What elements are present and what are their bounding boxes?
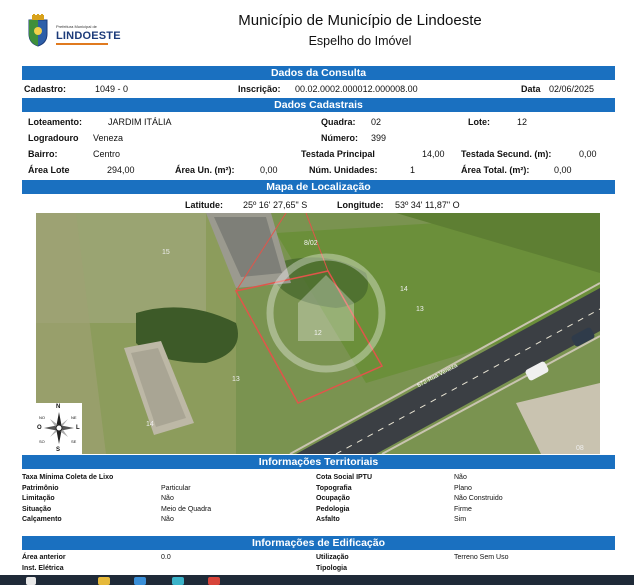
- testada-principal-label: Testada Principal: [301, 149, 375, 159]
- field-value: Firme: [454, 505, 472, 513]
- start-icon[interactable]: [26, 577, 36, 585]
- testada-secund-value: 0,00: [579, 149, 597, 159]
- map-lot-label-13: 13: [232, 376, 240, 383]
- area-un-value: 0,00: [260, 165, 278, 175]
- field-label: Asfalto: [316, 516, 340, 523]
- field-value: Não: [161, 516, 174, 523]
- map-lot-label-12: 12: [314, 330, 322, 337]
- compass-l: L: [76, 425, 80, 431]
- page-header: Prefeitura Municipal de LINDOESTE Municí…: [0, 0, 634, 62]
- folder-icon[interactable]: [98, 577, 110, 585]
- field-label: Ocupação: [316, 495, 350, 502]
- field-value: Plano: [454, 484, 472, 492]
- bairro-value: Centro: [93, 149, 121, 159]
- field-label: Patrimônio: [22, 484, 59, 492]
- field-value: Meio de Quadra: [161, 505, 212, 513]
- data-label: Data: [521, 84, 541, 94]
- field-value: Não: [454, 474, 467, 481]
- data-value: 02/06/2025: [549, 84, 595, 94]
- field-value: Terreno Sem Uso: [454, 554, 509, 561]
- field-label: Área anterior: [22, 554, 66, 561]
- area-un-label: Área Un. (m²):: [175, 165, 235, 175]
- section-dados-consulta: Dados da Consulta: [22, 66, 615, 80]
- area-total-label: Área Total. (m²):: [461, 165, 530, 175]
- field-label: Topografia: [316, 484, 352, 492]
- pdf-icon[interactable]: [208, 577, 220, 585]
- field-label: Situação: [22, 505, 52, 513]
- field-value: Particular: [161, 484, 191, 492]
- field-label: Calçamento: [22, 516, 62, 523]
- numero-value: 399: [371, 133, 387, 143]
- num-unidades-value: 1: [410, 165, 416, 175]
- section-mapa-localizacao: Mapa de Localização: [22, 180, 615, 194]
- inscricao-label: Inscrição:: [238, 84, 281, 94]
- compass-se: SE: [71, 439, 77, 444]
- compass-s: S: [56, 447, 61, 453]
- compass-rose: N S L O NO NE SO SE: [36, 403, 82, 454]
- compass-so: SO: [39, 439, 45, 444]
- bairro-label: Bairro:: [28, 149, 58, 159]
- edge-icon[interactable]: [134, 577, 146, 585]
- area-lote-label: Área Lote: [28, 165, 70, 175]
- section-informacoes-territoriais: Informações Territoriais: [22, 455, 615, 469]
- longitude-label: Longitude:: [337, 200, 384, 210]
- field-value: Não: [161, 495, 174, 502]
- lote-value: 12: [517, 117, 528, 127]
- field-label: Inst. Elétrica: [22, 564, 64, 572]
- loteamento-value: JARDIM ITÁLIA: [108, 117, 172, 127]
- section-dados-cadastrais: Dados Cadastrais: [22, 98, 615, 112]
- section-informacoes-edificacao: Informações de Edificação: [22, 536, 615, 550]
- field-value: Não Construido: [454, 495, 503, 502]
- area-lote-value: 294,00: [107, 165, 135, 175]
- map-lot-label-14b: 14: [146, 421, 154, 428]
- app-icon[interactable]: [172, 577, 184, 585]
- field-label: Cota Social IPTU: [316, 474, 373, 481]
- field-label: Limitação: [22, 495, 55, 502]
- map-lot-label-14: 14: [400, 286, 408, 293]
- aerial-map[interactable]: 8/02 15 14 13 12 13 14 08 672-Rua Veneza…: [36, 213, 600, 454]
- logradouro-value: Veneza: [93, 133, 124, 143]
- loteamento-label: Loteamento:: [28, 117, 82, 127]
- inscricao-value: 00.02.0002.000012.000008.00: [295, 84, 418, 94]
- compass-ne: NE: [71, 415, 77, 420]
- num-unidades-label: Núm. Unidades:: [309, 165, 378, 175]
- longitude-value: 53º 34' 11,87" O: [395, 200, 460, 210]
- field-value: 0.0: [161, 554, 171, 561]
- testada-secund-label: Testada Secund. (m):: [461, 149, 552, 159]
- compass-o: O: [37, 425, 42, 431]
- latitude-value: 25º 16' 27,65" S: [243, 200, 308, 210]
- map-lot-label-15: 15: [162, 249, 170, 256]
- logradouro-label: Logradouro: [28, 133, 79, 143]
- cadastro-label: Cadastro:: [24, 84, 67, 94]
- map-block-label: 8/02: [304, 240, 318, 247]
- field-label: Utilização: [316, 554, 349, 561]
- field-value: Sim: [454, 516, 467, 523]
- map-lot-label-13b: 13: [416, 306, 424, 313]
- field-label: Pedologia: [316, 505, 350, 513]
- page-subtitle: Espelho do Imóvel: [308, 34, 412, 48]
- testada-principal-value: 14,00: [422, 149, 445, 159]
- field-label: Tipologia: [316, 564, 347, 572]
- quadra-value: 02: [371, 117, 382, 127]
- lote-label: Lote:: [468, 117, 490, 127]
- latitude-label: Latitude:: [185, 200, 223, 210]
- numero-label: Número:: [321, 133, 359, 143]
- compass-no: NO: [39, 415, 45, 420]
- quadra-label: Quadra:: [321, 117, 356, 127]
- field-label: Taxa Mínima Coleta de Lixo: [22, 474, 114, 481]
- page-title: Município de Município de Lindoeste: [238, 12, 482, 29]
- cadastro-value: 1049 - 0: [95, 84, 129, 94]
- compass-n: N: [56, 404, 61, 410]
- area-total-value: 0,00: [554, 165, 572, 175]
- map-lot-label-08: 08: [576, 445, 584, 452]
- os-taskbar: [0, 575, 634, 585]
